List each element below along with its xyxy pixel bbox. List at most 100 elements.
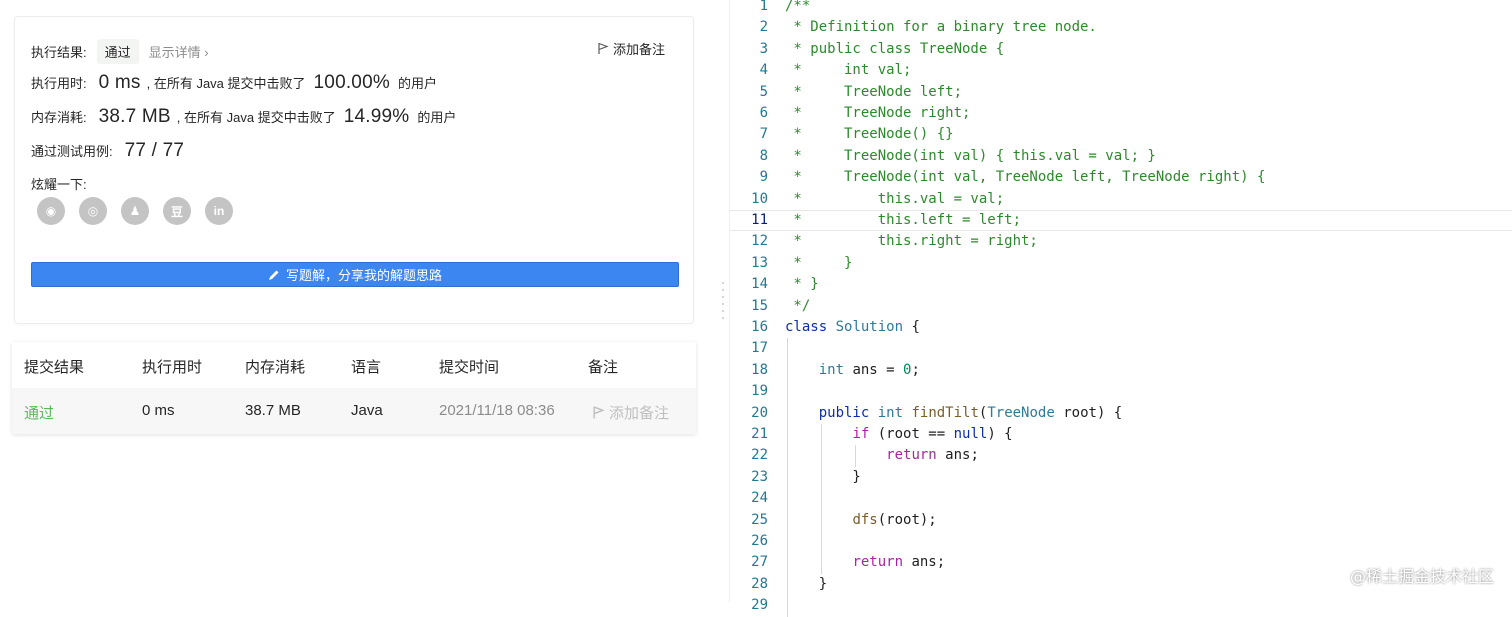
flag-icon xyxy=(598,42,609,54)
header-memory[interactable]: 内存消耗 xyxy=(245,356,305,377)
indent-guide xyxy=(855,445,856,467)
code-line[interactable]: 1 /** xyxy=(730,0,1512,17)
memory-percent: 14.99% xyxy=(343,106,410,127)
code-line[interactable]: 5 * TreeNode left; xyxy=(730,82,1512,103)
code-line[interactable]: 23 } xyxy=(730,467,1512,488)
code-text: return ans; xyxy=(886,447,979,464)
code-line[interactable]: 25 dfs(root); xyxy=(730,510,1512,531)
status-row: 执行结果: 通过 显示详情 › xyxy=(31,39,209,64)
line-number: 8 xyxy=(759,147,768,164)
code-line[interactable]: 15 */ xyxy=(730,296,1512,317)
line-number: 4 xyxy=(759,62,768,79)
code-line[interactable]: 22 return ans; xyxy=(730,445,1512,466)
row-add-note-button[interactable]: 添加备注 xyxy=(592,402,669,423)
row-memory: 38.7 MB xyxy=(245,402,301,419)
code-line[interactable]: 3 * public class TreeNode { xyxy=(730,39,1512,60)
add-note-button[interactable]: 添加备注 xyxy=(597,39,665,58)
panel-resize-handle[interactable] xyxy=(721,282,725,328)
code-line[interactable]: 26 xyxy=(730,531,1512,552)
memory-suffix: 的用户 xyxy=(417,110,457,125)
code-line[interactable]: 7 * TreeNode() {} xyxy=(730,124,1512,145)
line-number: 25 xyxy=(751,511,768,528)
row-add-note-label: 添加备注 xyxy=(609,405,670,422)
write-solution-label: 写题解，分享我的解题思路 xyxy=(285,268,442,283)
wechat-icon[interactable]: ◉ xyxy=(37,197,65,225)
code-line[interactable]: 20 public int findTilt(TreeNode root) { xyxy=(730,403,1512,424)
line-number: 19 xyxy=(751,383,768,400)
code-line[interactable]: 12 * this.right = right; xyxy=(730,231,1512,252)
code-line[interactable]: 13 * } xyxy=(730,253,1512,274)
add-note-label: 添加备注 xyxy=(612,42,665,57)
code-line[interactable]: 24 xyxy=(730,488,1512,509)
line-number: 18 xyxy=(751,361,768,378)
runtime-suffix: 的用户 xyxy=(397,76,437,91)
code-line[interactable]: 4 * int val; xyxy=(730,60,1512,81)
table-row[interactable]: 通过 0 ms 38.7 MB Java 2021/11/18 08:36 添加… xyxy=(12,388,696,434)
header-note: 备注 xyxy=(588,359,619,376)
tests-row: 通过测试用例: 77 / 77 xyxy=(31,140,184,162)
row-result[interactable]: 通过 xyxy=(24,402,54,423)
code-line[interactable]: 10 * this.val = val; xyxy=(730,189,1512,210)
line-number: 20 xyxy=(751,404,768,421)
row-runtime: 0 ms xyxy=(142,402,175,419)
code-line[interactable]: 11 * this.left = left; xyxy=(730,210,1512,232)
code-text: * Definition for a binary tree node. xyxy=(785,19,1097,36)
write-solution-button[interactable]: 写题解，分享我的解题思路 xyxy=(31,262,679,287)
tests-value: 77 / 77 xyxy=(124,140,185,161)
watermark: @稀土掘金技术社区 xyxy=(1349,567,1494,586)
code-editor[interactable]: 1 /** 2 * Definition for a binary tree nod… xyxy=(730,0,1512,617)
header-language[interactable]: 语言 xyxy=(351,356,381,377)
code-text: * public class TreeNode { xyxy=(785,40,1005,57)
line-number: 17 xyxy=(751,340,768,357)
code-text: * TreeNode(int val) { this.val = val; } xyxy=(785,147,1156,164)
code-line[interactable]: 17 xyxy=(730,338,1512,359)
flag-icon xyxy=(593,406,605,419)
line-number: 1 xyxy=(759,0,768,14)
code-line[interactable]: 8 * TreeNode(int val) { this.val = val; … xyxy=(730,146,1512,167)
line-number: 24 xyxy=(751,490,768,507)
line-number: 16 xyxy=(751,319,768,335)
code-line[interactable]: 14 * } xyxy=(730,274,1512,295)
douban-icon[interactable]: 豆 xyxy=(163,197,191,225)
code-line[interactable]: 16 class Solution { xyxy=(730,317,1512,338)
runtime-percent: 100.00% xyxy=(313,72,390,93)
code-text: * this.right = right; xyxy=(785,233,1038,250)
memory-label: 内存消耗: xyxy=(31,110,87,125)
code-line[interactable]: 6 * TreeNode right; xyxy=(730,103,1512,124)
share-label: 炫耀一下: xyxy=(31,177,87,192)
linkedin-icon[interactable]: in xyxy=(205,197,233,225)
weibo-icon[interactable]: ◎ xyxy=(79,197,107,225)
line-number: 27 xyxy=(751,554,768,571)
show-details-link[interactable]: 显示详情 › xyxy=(149,42,209,61)
row-time: 2021/11/18 08:36 xyxy=(439,402,555,419)
line-number: 6 xyxy=(759,105,768,121)
code-text: * TreeNode() {} xyxy=(785,126,954,143)
code-line[interactable]: 18 int ans = 0; xyxy=(730,360,1512,381)
line-number: 11 xyxy=(751,212,768,228)
code-text: } xyxy=(785,468,861,485)
header-time[interactable]: 提交时间 xyxy=(439,356,499,377)
memory-value: 38.7 MB xyxy=(98,106,171,127)
line-number: 21 xyxy=(751,426,768,442)
code-text: int ans = 0; xyxy=(818,361,920,378)
code-line[interactable]: 19 xyxy=(730,381,1512,402)
code-line[interactable]: 2 * Definition for a binary tree node. xyxy=(730,17,1512,38)
code-line[interactable]: 29 xyxy=(730,595,1512,616)
line-number: 22 xyxy=(751,447,768,464)
code-text: * TreeNode(int val, TreeNode left, TreeN… xyxy=(785,169,1266,186)
qq-icon[interactable]: ♟ xyxy=(121,197,149,225)
line-number: 7 xyxy=(759,126,768,143)
header-result[interactable]: 提交结果 xyxy=(24,356,84,377)
line-number: 9 xyxy=(759,169,768,186)
pencil-icon xyxy=(268,270,279,280)
line-number: 14 xyxy=(751,276,768,293)
status-badge: 通过 xyxy=(96,39,139,64)
line-number: 13 xyxy=(751,254,768,271)
code-line[interactable]: 21 if (root == null) { xyxy=(730,424,1512,445)
code-text: * this.val = val; xyxy=(785,190,1005,207)
header-runtime[interactable]: 执行用时 xyxy=(142,356,202,377)
indent-guide xyxy=(787,338,788,617)
code-text: * this.left = left; xyxy=(785,212,1022,228)
code-line[interactable]: 9 * TreeNode(int val, TreeNode left, Tre… xyxy=(730,167,1512,188)
share-icons: ◉ ◎ ♟ 豆 in xyxy=(37,197,233,225)
